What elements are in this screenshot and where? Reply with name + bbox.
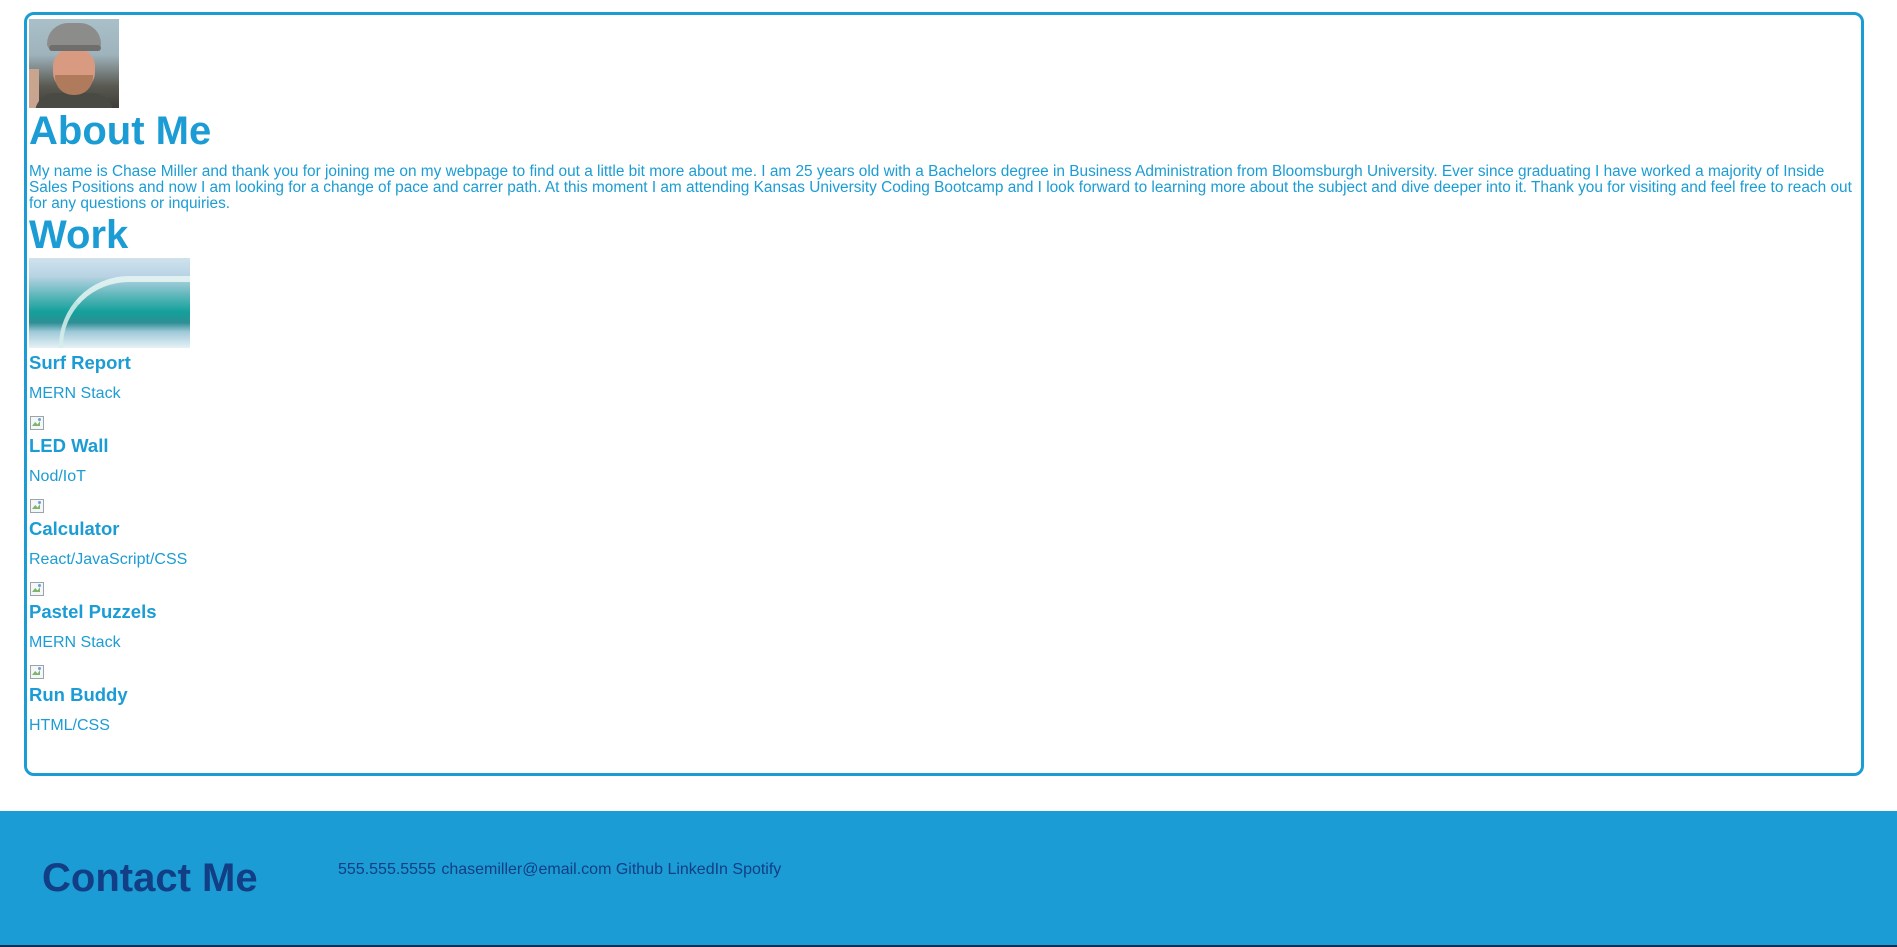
broken-image-icon[interactable] bbox=[29, 664, 45, 680]
project-calculator[interactable]: Calculator React/JavaScript/CSS bbox=[29, 498, 1861, 569]
github-link[interactable]: Github bbox=[616, 861, 663, 878]
project-run-buddy[interactable]: Run Buddy HTML/CSS bbox=[29, 664, 1861, 735]
project-stack: React/JavaScript/CSS bbox=[29, 551, 188, 568]
broken-image-icon[interactable] bbox=[29, 415, 45, 431]
about-me-heading: About Me bbox=[29, 109, 212, 153]
phone-number[interactable]: 555.555.5555 bbox=[338, 861, 436, 878]
project-pastel-puzzels[interactable]: Pastel Puzzels MERN Stack bbox=[29, 581, 1861, 652]
spotify-link[interactable]: Spotify bbox=[732, 861, 781, 878]
contact-links: 555.555.5555 chasemiller@email.com Githu… bbox=[338, 861, 781, 879]
linkedin-link[interactable]: LinkedIn bbox=[667, 861, 728, 878]
project-title[interactable]: LED Wall bbox=[29, 435, 1861, 456]
project-stack: HTML/CSS bbox=[29, 717, 110, 734]
project-title[interactable]: Pastel Puzzels bbox=[29, 601, 1861, 622]
project-stack: MERN Stack bbox=[29, 385, 121, 402]
surf-report-image[interactable] bbox=[29, 258, 190, 348]
work-heading: Work bbox=[29, 213, 129, 257]
main-card: About Me My name is Chase Miller and tha… bbox=[24, 12, 1864, 776]
project-stack: Nod/IoT bbox=[29, 468, 86, 485]
profile-photo bbox=[29, 19, 119, 108]
project-title[interactable]: Calculator bbox=[29, 518, 1861, 539]
about-me-text: My name is Chase Miller and thank you fo… bbox=[29, 163, 1852, 212]
email-link[interactable]: chasemiller@email.com bbox=[441, 861, 611, 878]
project-stack: MERN Stack bbox=[29, 634, 121, 651]
broken-image-icon[interactable] bbox=[29, 498, 45, 514]
project-led-wall[interactable]: LED Wall Nod/IoT bbox=[29, 415, 1861, 486]
contact-footer: Contact Me 555.555.5555 chasemiller@emai… bbox=[0, 811, 1897, 947]
contact-me-heading: Contact Me bbox=[42, 856, 258, 900]
broken-image-icon[interactable] bbox=[29, 581, 45, 597]
project-title[interactable]: Surf Report bbox=[29, 352, 1861, 373]
project-title[interactable]: Run Buddy bbox=[29, 684, 1861, 705]
project-surf-report[interactable]: Surf Report MERN Stack bbox=[29, 258, 1861, 403]
